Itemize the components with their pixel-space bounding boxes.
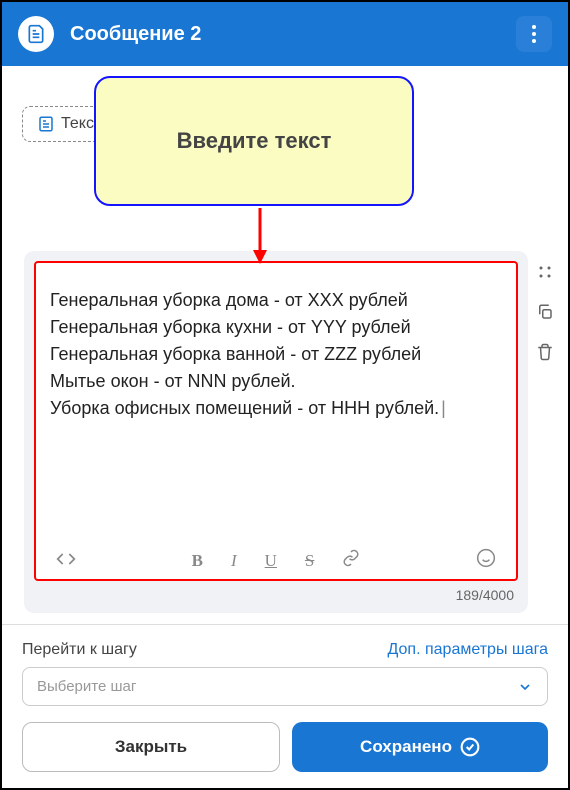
copy-button[interactable] [534,301,556,323]
content-area: Текст Введите текст Генеральная уборка д… [2,66,568,618]
delete-button[interactable] [534,341,556,363]
check-circle-icon [460,737,480,757]
char-counter: 189/4000 [34,581,518,603]
params-link[interactable]: Доп. параметры шага [388,641,548,659]
arrow-down-icon [250,208,270,264]
save-button[interactable]: Сохранено [292,722,548,772]
chevron-down-icon [517,679,533,695]
close-button[interactable]: Закрыть [22,722,280,772]
select-placeholder: Выберите шаг [37,678,136,695]
document-icon [18,16,54,52]
drag-handle[interactable] [534,261,556,283]
document-icon [37,115,55,133]
emoji-button[interactable] [476,548,496,573]
footer: Перейти к шагу Доп. параметры шага Выбер… [2,624,568,788]
underline-button[interactable]: U [265,551,277,571]
step-select[interactable]: Выберите шаг [22,667,548,706]
side-actions [534,261,556,363]
code-button[interactable] [56,551,76,571]
link-button[interactable] [342,549,360,572]
editor-content[interactable]: Генеральная уборка дома - от ХХХ рублей … [50,287,502,540]
text-editor[interactable]: Генеральная уборка дома - от ХХХ рублей … [34,261,518,581]
callout-tooltip: Введите текст [94,76,414,206]
callout-text: Введите текст [177,128,332,154]
step-label: Перейти к шагу [22,641,137,659]
editor-container: Генеральная уборка дома - от ХХХ рублей … [24,251,528,613]
page-title: Сообщение 2 [70,23,201,46]
header-left: Сообщение 2 [18,16,201,52]
more-button[interactable] [516,16,552,52]
italic-button[interactable]: I [231,551,237,571]
strikethrough-button[interactable]: S [305,551,314,571]
header: Сообщение 2 [2,2,568,66]
editor-toolbar: B I U S [50,540,502,577]
bold-button[interactable]: B [192,551,203,571]
